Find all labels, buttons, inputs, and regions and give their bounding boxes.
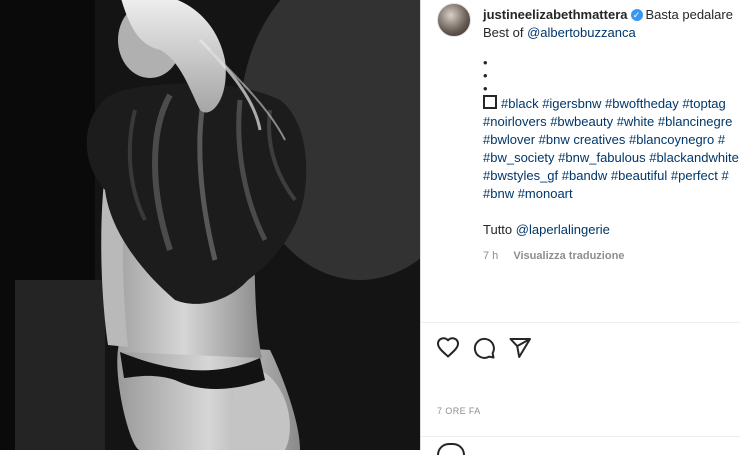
hashtag-links[interactable]: #black #igersbnw #bwoftheday #toptag: [501, 96, 726, 111]
comment-button[interactable]: [472, 336, 496, 360]
hashtag-line: #black #igersbnw #bwoftheday #toptag: [483, 95, 740, 113]
credit-prefix: Best of: [483, 25, 524, 40]
post-caption: justineelizabethmattera ✓ Basta pedalare B…: [483, 6, 740, 239]
paper-plane-icon: [509, 338, 531, 358]
username-link[interactable]: justineelizabethmattera: [483, 7, 628, 22]
posted-timestamp: 7 ORE FA: [437, 406, 481, 416]
hashtag-links[interactable]: #bwlover #bnw creatives #blancoynegro #: [483, 131, 740, 149]
credit-handle-link[interactable]: @albertobuzzanca: [527, 25, 636, 40]
caption-dot: •: [483, 55, 488, 70]
hashtag-links[interactable]: #noirlovers #bwbeauty #white #blancinegr…: [483, 113, 740, 131]
divider: [421, 436, 740, 437]
brand-prefix: Tutto: [483, 222, 513, 237]
hashtag-links[interactable]: #bw_society #bnw_fabulous #blackandwhite: [483, 149, 740, 167]
photo-illustration: [0, 0, 420, 450]
action-bar: [436, 336, 532, 360]
caption-header: justineelizabethmattera ✓ Basta pedalare: [483, 6, 740, 24]
caption-dot: •: [483, 81, 488, 96]
time-ago: 7 h: [483, 250, 499, 262]
heart-icon: [437, 337, 459, 358]
verified-badge-icon: ✓: [630, 9, 643, 21]
brand-handle-link[interactable]: @laperlalingerie: [516, 222, 610, 237]
translate-button[interactable]: Visualizza traduzione: [513, 250, 624, 262]
like-button[interactable]: [436, 336, 460, 360]
divider: [421, 322, 740, 323]
credit-line: Best of @albertobuzzanca: [483, 24, 740, 42]
caption-meta: 7 h Visualizza traduzione: [483, 250, 624, 262]
caption-text: Basta pedalare: [645, 7, 733, 22]
hashtag-links[interactable]: #bwstyles_gf #bandw #beautiful #perfect …: [483, 167, 740, 185]
post-photo[interactable]: [0, 0, 420, 450]
comment-icon: [473, 337, 495, 359]
square-icon: [483, 95, 497, 109]
hashtag-links[interactable]: #bnw #monoart: [483, 185, 740, 203]
caption-dot: •: [483, 68, 488, 83]
user-avatar[interactable]: [437, 3, 471, 37]
share-button[interactable]: [508, 336, 532, 360]
brand-line: Tutto @laperlalingerie: [483, 221, 740, 239]
